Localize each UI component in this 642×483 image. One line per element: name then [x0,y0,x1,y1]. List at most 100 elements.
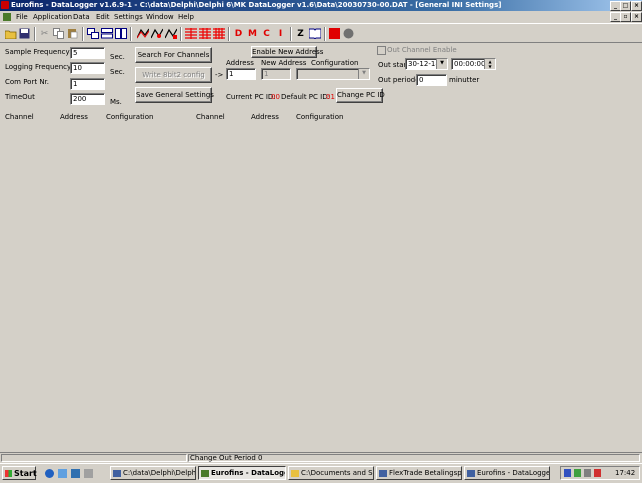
record-icon[interactable] [342,27,355,40]
search-for-channels-button[interactable]: Search For Channels [135,47,212,63]
logging-frequency-label: Logging Frequency: [5,63,74,71]
open-folder-icon[interactable] [4,27,17,40]
windows-logo-icon [5,470,12,477]
chevron-down-icon[interactable]: ▼ [436,59,447,69]
out-start-time-value: 00:00:00 [454,60,486,68]
channel-group-1-icon[interactable] [184,27,197,40]
internet-explorer-icon[interactable] [45,469,54,478]
channel-group-3-icon[interactable] [212,27,225,40]
configuration-label: Configuration [311,59,359,67]
toolbar-c-button[interactable]: C [260,27,273,40]
graph-edit-icon[interactable] [150,27,163,40]
menu-file[interactable]: File [16,13,28,21]
taskbar-task-5[interactable]: Eurofins - DataLogger... [464,466,550,480]
volume-icon[interactable] [584,469,591,477]
menu-settings[interactable]: Settings [114,13,143,21]
start-label: Start [14,469,37,478]
save-disk-icon[interactable] [18,27,31,40]
close-button[interactable]: × [631,1,642,11]
maximize-button[interactable]: □ [620,1,631,11]
taskbar-task-1[interactable]: C:\data\Delphi\Delph... [110,466,196,480]
toolbar-separator [290,27,292,41]
clock[interactable]: 17:42 [615,469,635,477]
toolbar-d-button[interactable]: D [232,27,245,40]
column-header-channel: Channel [5,113,34,121]
save-general-settings-button[interactable]: Save General Settings [135,87,214,103]
outlook-express-icon[interactable] [58,469,67,478]
tile-vertical-icon[interactable] [114,27,127,40]
stop-record-icon[interactable] [328,27,341,40]
new-address-label: New Address [261,59,307,67]
enable-new-address-button[interactable]: Enable New Address [251,46,323,58]
toolbar-separator [130,27,132,41]
system-tray: 17:42 [560,466,640,480]
change-pc-id-button[interactable]: Change PC ID [336,88,385,103]
graph-line-icon[interactable] [136,27,149,40]
timeout-label: TimeOut [5,93,35,101]
column-header-channel: Channel [196,113,225,121]
out-start-time-picker[interactable]: 00:00:00 ▲ ▼ [451,58,496,70]
tray-icon[interactable] [564,469,571,477]
cascade-windows-icon[interactable] [86,27,99,40]
menu-data[interactable]: Data [73,13,90,21]
tray-icon[interactable] [594,469,601,477]
taskbar-task-3[interactable]: C:\Documents and S... [288,466,374,480]
spin-updown-icon[interactable]: ▲ ▼ [484,59,495,69]
child-restore-button[interactable]: ▫ [620,12,631,22]
channel-group-2-icon[interactable] [198,27,211,40]
cut-icon[interactable]: ✂ [38,27,51,40]
taskbar-task-4[interactable]: FlexTrade Betalingsp... [376,466,462,480]
sample-frequency-input[interactable]: 5 [70,47,105,59]
menu-application[interactable]: Application [33,13,72,21]
address-label: Address [226,59,254,67]
write-config-button[interactable]: Write 8bit2 config [135,67,212,83]
chevron-down-icon[interactable]: ▼ [358,69,369,79]
com-port-input[interactable]: 1 [70,78,105,90]
mdi-child-icon[interactable] [3,13,11,21]
tile-horizontal-icon[interactable] [100,27,113,40]
paste-icon[interactable] [66,27,79,40]
logging-frequency-unit: Sec. [110,68,125,76]
copy-icon[interactable] [52,27,65,40]
menu-help[interactable]: Help [178,13,194,21]
book-icon[interactable] [308,27,321,40]
toolbar-z-button[interactable]: Z [294,27,307,40]
document-icon [467,470,475,477]
status-bar: Change Out Period 0 [0,452,642,463]
com-port-label: Com Port Nr. [5,78,50,86]
start-button[interactable]: Start [2,466,37,480]
quicklaunch-app-icon[interactable] [84,469,93,478]
taskbar-task-2[interactable]: Eurofins - DataLogg... [198,466,286,480]
menu-bar: File Application Data Edit Settings Wind… [0,11,642,22]
timeout-unit: Ms. [110,98,122,106]
child-close-button[interactable]: × [631,12,642,22]
timeout-input[interactable]: 200 [70,93,105,105]
logging-frequency-input[interactable]: 10 [70,62,105,74]
status-panel [1,454,187,462]
new-address-input[interactable]: 1 [261,68,291,80]
address-input[interactable]: 1 [226,68,256,80]
show-desktop-icon[interactable] [71,469,80,478]
configuration-select[interactable]: ▼ [296,68,370,80]
toolbar-separator [180,27,182,41]
folder-icon [291,470,299,477]
default-pc-id-label: Default PC ID: [281,93,330,101]
app-icon[interactable] [1,1,9,9]
toolbar-separator [324,27,326,41]
title-bar[interactable]: Eurofins - DataLogger v1.6.9-1 - C:\data… [0,0,642,11]
folder-icon [113,470,121,477]
column-header-configuration: Configuration [296,113,344,121]
out-start-date-picker[interactable]: 30-12-189 ▼ [405,58,448,70]
tray-icon[interactable] [574,469,581,477]
toolbar-i-button[interactable]: I [274,27,287,40]
column-header-address: Address [60,113,88,121]
app-icon [201,470,209,477]
out-channel-enable-checkbox[interactable] [377,46,386,55]
menu-edit[interactable]: Edit [96,13,110,21]
toolbar-m-button[interactable]: M [246,27,259,40]
current-pc-id-value: 00 [271,93,280,101]
out-periode-input[interactable]: 0 [416,74,447,86]
menu-window[interactable]: Window [146,13,174,21]
sample-frequency-label: Sample Frequency: [5,48,72,56]
graph-new-icon[interactable] [164,27,177,40]
